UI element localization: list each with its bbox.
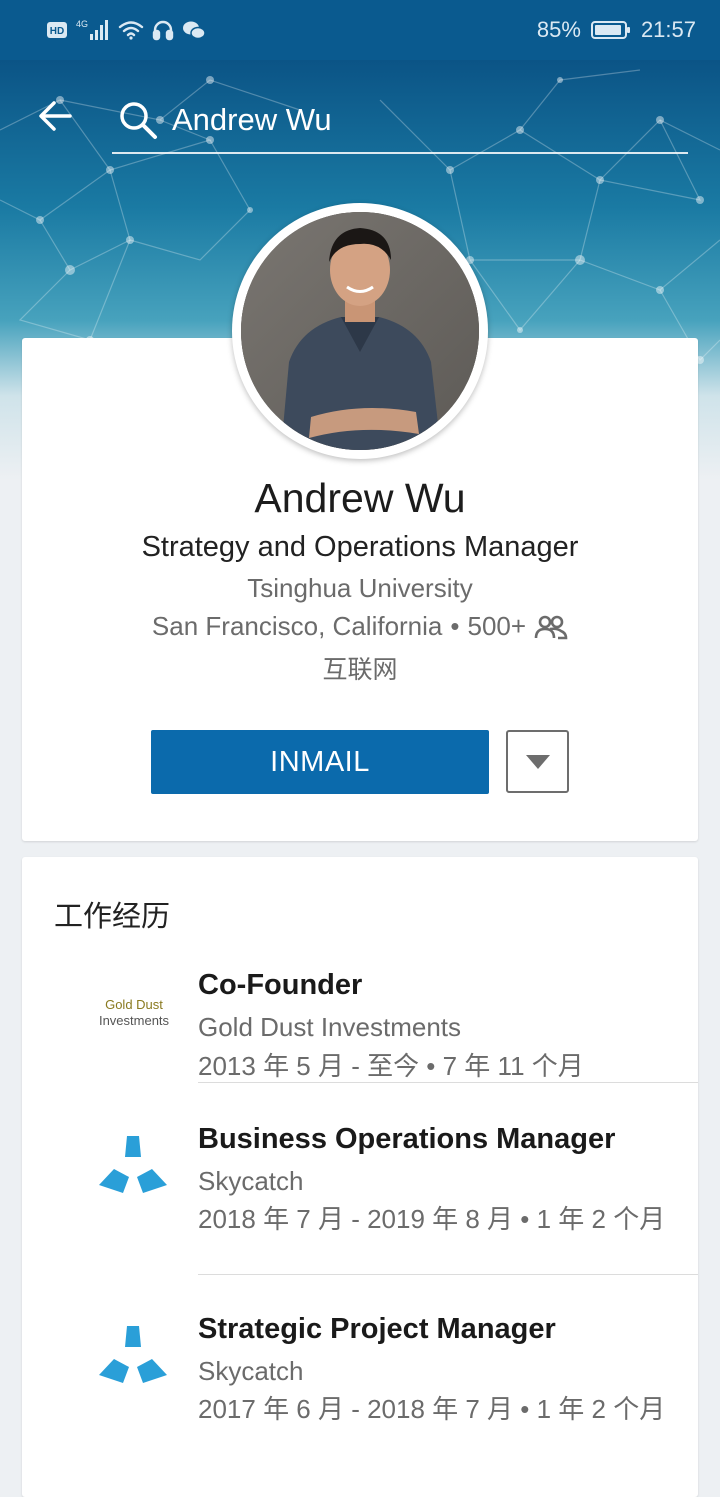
hd-icon: HD (46, 21, 68, 39)
search-icon (120, 102, 157, 139)
search-bar[interactable]: Andrew Wu (112, 88, 688, 154)
svg-text:HD: HD (50, 26, 64, 37)
logo-line2: Investments (98, 1013, 170, 1028)
avatar[interactable] (232, 203, 488, 459)
experience-dates: 2013 年 5 月 - 至今 • 7 年 11 个月 (198, 1051, 584, 1081)
back-arrow-icon (39, 101, 72, 131)
status-icons-left: HD 4G (46, 18, 206, 42)
status-icons-right: 85% 21:57 (537, 17, 696, 43)
location-row: San Francisco, California • 500+ (0, 611, 720, 642)
network-badge: 4G (76, 19, 88, 29)
wifi-icon (118, 19, 144, 41)
clock: 21:57 (640, 17, 696, 42)
divider (198, 1274, 698, 1275)
caret-down-icon (525, 754, 550, 769)
experience-role[interactable]: Business Operations Manager (198, 1123, 615, 1156)
profile-location: San Francisco, California (151, 611, 443, 641)
experience-dates: 2017 年 6 月 - 2018 年 7 月 • 1 年 2 个月 (198, 1394, 666, 1424)
profile-industry: 互联网 (322, 656, 398, 684)
connections-icon (534, 615, 568, 639)
connections-count[interactable]: 500+ (468, 611, 527, 642)
skycatch-logo-icon[interactable] (96, 1323, 170, 1387)
profile-name: Andrew Wu (254, 475, 466, 521)
more-actions-button[interactable] (506, 730, 569, 793)
status-bar: HD 4G 85% 21:57 (0, 0, 720, 60)
divider (198, 1082, 698, 1083)
experience-role[interactable]: Co-Founder (198, 969, 362, 1002)
experience-company[interactable]: Skycatch (198, 1166, 304, 1197)
profile-photo (241, 212, 479, 450)
experience-title: 工作经历 (54, 901, 171, 933)
company-logo-gold-dust[interactable]: Gold Dust Investments (88, 997, 180, 1029)
profile-school[interactable]: Tsinghua University (0, 573, 720, 604)
back-button[interactable] (36, 96, 76, 136)
experience-dates: 2018 年 7 月 - 2019 年 8 月 • 1 年 2 个月 (198, 1204, 666, 1234)
search-query[interactable]: Andrew Wu (172, 102, 332, 138)
experience-role[interactable]: Strategic Project Manager (198, 1313, 556, 1346)
inmail-button[interactable]: INMAIL (151, 730, 489, 794)
headset-icon (152, 19, 174, 41)
separator-dot: • (450, 611, 460, 641)
battery-icon (590, 20, 631, 40)
skycatch-logo-icon[interactable] (96, 1133, 170, 1197)
signal-icon: 4G (76, 18, 110, 42)
profile-headline: Strategy and Operations Manager (141, 531, 579, 563)
experience-company[interactable]: Skycatch (198, 1356, 304, 1387)
wechat-icon (182, 19, 206, 41)
logo-line1: Gold Dust (105, 997, 163, 1012)
battery-percent: 85% (536, 17, 581, 42)
experience-company[interactable]: Gold Dust Investments (198, 1012, 461, 1043)
